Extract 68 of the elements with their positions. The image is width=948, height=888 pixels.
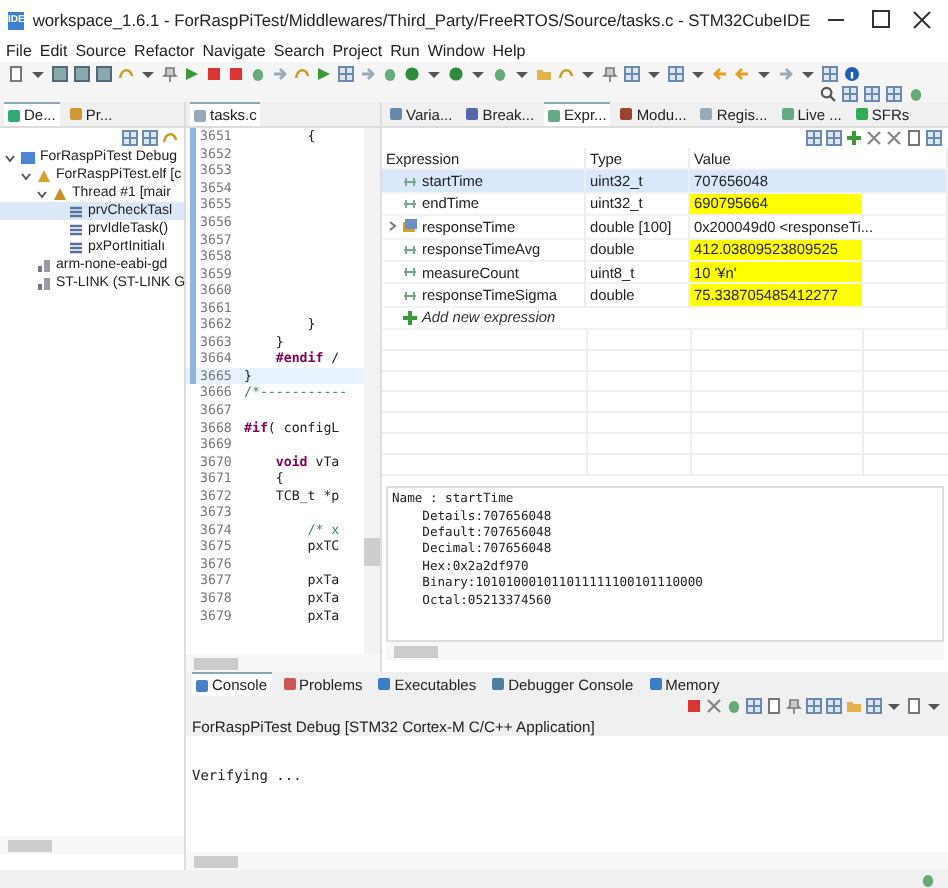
menu-item[interactable]: Source	[75, 42, 127, 60]
grid-icon[interactable]	[806, 698, 822, 714]
forward-arrow-icon[interactable]	[360, 65, 376, 81]
horizontal-scrollbar[interactable]	[0, 836, 184, 854]
circle-icon[interactable]	[448, 65, 464, 81]
variable-icon	[402, 197, 418, 210]
menu-item[interactable]: Project	[332, 42, 383, 60]
back-arrow-icon[interactable]	[734, 65, 750, 81]
grid-icon[interactable]	[864, 85, 880, 101]
menu-item[interactable]: Edit	[39, 42, 68, 60]
grid-icon[interactable]	[886, 85, 902, 101]
process-icon	[36, 167, 52, 183]
horizontal-scrollbar[interactable]	[186, 654, 380, 672]
cross-icon[interactable]	[886, 130, 902, 146]
grid-icon[interactable]	[746, 698, 762, 714]
plus-icon[interactable]	[846, 130, 862, 146]
grid-icon[interactable]	[822, 65, 838, 81]
pin-icon[interactable]	[786, 698, 802, 714]
horizontal-scrollbar[interactable]	[386, 642, 944, 661]
circle-icon[interactable]	[404, 65, 420, 81]
expand-caret-icon[interactable]	[386, 220, 398, 233]
grid-icon[interactable]	[826, 698, 842, 714]
grid-icon[interactable]	[338, 65, 354, 81]
info-icon[interactable]	[844, 65, 860, 81]
array-icon	[402, 218, 418, 235]
document-icon[interactable]	[906, 130, 922, 146]
menu-item[interactable]: File	[6, 42, 32, 60]
variable-icon	[402, 289, 418, 302]
grid-icon[interactable]	[142, 130, 158, 146]
grid-icon[interactable]	[806, 130, 822, 146]
stop-icon[interactable]	[686, 698, 702, 714]
maximize-button[interactable]	[867, 10, 892, 30]
back-arrow-icon[interactable]	[712, 65, 728, 81]
folder-icon[interactable]	[846, 698, 862, 714]
caret-icon	[886, 698, 902, 714]
menu-item[interactable]: Help	[492, 42, 526, 60]
caret-icon	[926, 698, 942, 714]
grid-icon[interactable]	[624, 65, 640, 81]
menu-item[interactable]: Refactor	[134, 42, 195, 60]
document-icon[interactable]	[8, 65, 24, 81]
grid-icon[interactable]	[866, 698, 882, 714]
plus-icon	[402, 309, 418, 326]
grid-icon[interactable]	[668, 65, 684, 81]
variable-icon	[402, 266, 418, 279]
grid-icon[interactable]	[842, 85, 858, 101]
grid-icon[interactable]	[826, 130, 842, 146]
grid-icon[interactable]	[926, 130, 942, 146]
menu-item[interactable]: Run	[390, 42, 420, 60]
horizontal-scrollbar[interactable]	[186, 852, 948, 870]
search-icon[interactable]	[820, 85, 836, 101]
forward-arrow-icon[interactable]	[272, 65, 288, 81]
variable-icon	[402, 243, 418, 256]
variable-icon	[402, 175, 418, 188]
pin-icon[interactable]	[602, 65, 618, 81]
forward-arrow-icon[interactable]	[778, 65, 794, 81]
cross-icon[interactable]	[706, 698, 722, 714]
close-button[interactable]	[910, 10, 935, 30]
menu-item[interactable]: Navigate	[202, 42, 266, 60]
document-icon[interactable]	[906, 698, 922, 714]
cross-icon[interactable]	[866, 130, 882, 146]
launch-icon	[20, 149, 36, 165]
menu-item[interactable]: Window	[427, 42, 485, 60]
menu-item[interactable]: Search	[273, 42, 325, 60]
pin-icon[interactable]	[162, 65, 178, 81]
vertical-scrollbar[interactable]	[364, 128, 380, 654]
document-icon[interactable]	[766, 698, 782, 714]
grid-icon[interactable]	[122, 130, 138, 146]
window-title: workspace_1.6.1 - ForRaspPiTest/Middlewares/Third_Party/FreeRTOS/Source/tasks.c - STM32CubeIDE	[32, 10, 811, 30]
